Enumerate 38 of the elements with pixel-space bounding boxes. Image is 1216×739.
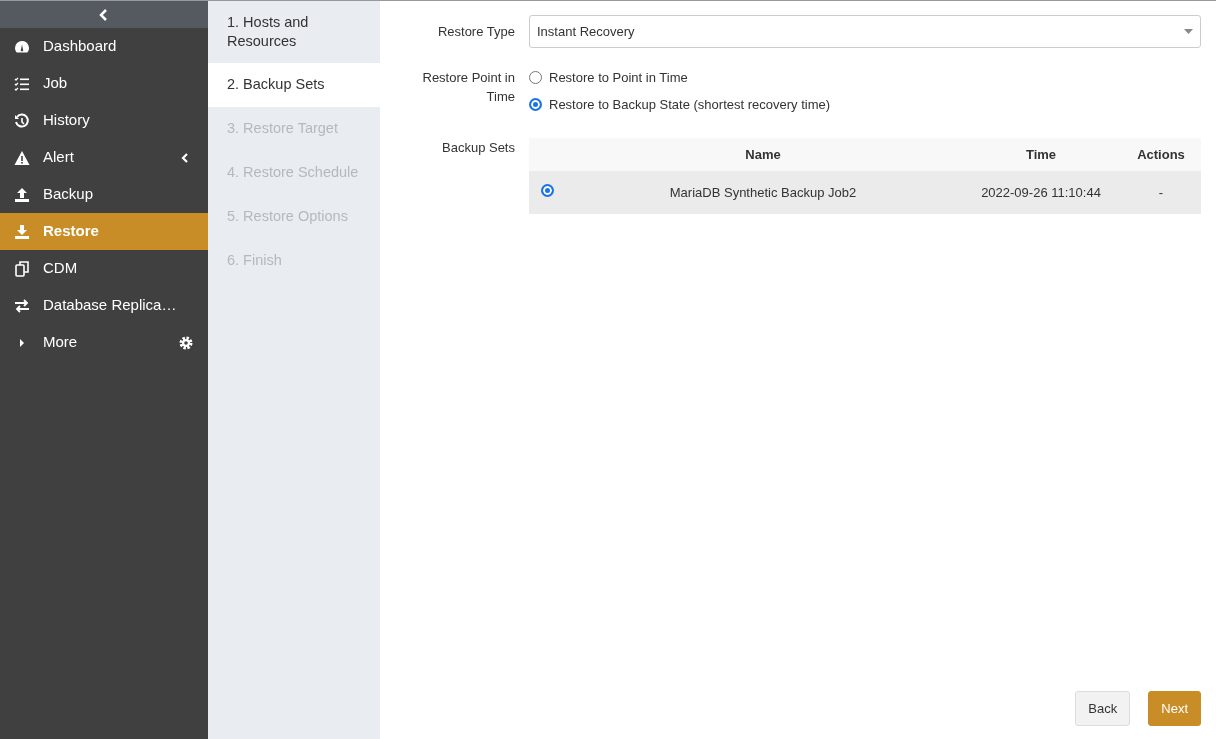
history-icon [14, 112, 30, 129]
radio-button[interactable] [529, 97, 542, 111]
column-header: Time [961, 138, 1121, 171]
radio-label: Restore to Point in Time [549, 69, 688, 87]
chevron-left-icon [180, 151, 190, 164]
sidebar-item[interactable]: Database Replica… [0, 287, 208, 324]
field-label: Restore Point in Time [421, 69, 516, 106]
wizard-step[interactable]: 2. Backup Sets [208, 63, 380, 107]
column-header: Name [565, 138, 961, 171]
copy-icon [14, 260, 30, 277]
warning-icon [14, 149, 30, 166]
sidebar-item[interactable]: History [0, 102, 208, 139]
sidebar-item[interactable]: Backup [0, 176, 208, 213]
sidebar-item[interactable]: Job [0, 65, 208, 102]
swap-arrows-icon [14, 297, 30, 314]
field-label: Backup Sets [441, 139, 516, 157]
radio-label: Restore to Backup State (shortest recovery time) [549, 95, 831, 114]
restore-type-dropdown[interactable]: Instant Recovery [529, 15, 1201, 48]
checklist-icon [14, 75, 30, 92]
wizard-step[interactable]: 1. Hosts and Resources [208, 1, 380, 63]
upload-icon [14, 186, 30, 203]
caret-down-icon [1184, 29, 1193, 34]
column-header: Actions [1121, 138, 1201, 171]
sidebar-item[interactable]: Alert [0, 139, 208, 176]
table-cell: 2022-09-26 11:10:44 [961, 171, 1121, 214]
settings-icon[interactable] [178, 334, 194, 351]
table-cell: - [1121, 171, 1201, 214]
download-icon [14, 223, 30, 240]
field-label: Restore Type [436, 23, 516, 41]
table-cell: MariaDB Synthetic Backup Job2 [565, 171, 961, 214]
sidebar-item[interactable]: CDM [0, 250, 208, 287]
radio-button[interactable] [529, 71, 542, 85]
sidebar-item[interactable]: Dashboard [0, 28, 208, 65]
back-button[interactable]: Back [1075, 690, 1131, 726]
dashboard-gauge-icon [14, 38, 30, 55]
sidebar-item[interactable]: More [0, 324, 208, 361]
radio-button[interactable] [540, 183, 554, 197]
chevron-left-icon [99, 8, 109, 21]
